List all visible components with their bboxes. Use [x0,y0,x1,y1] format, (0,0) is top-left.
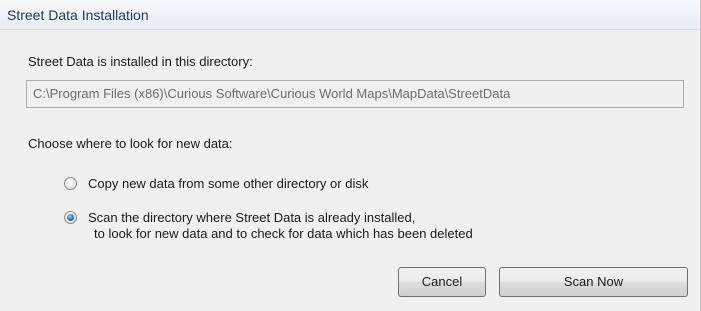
scan-now-button[interactable]: Scan Now [499,267,688,297]
copy-from-other-radio[interactable] [64,177,77,190]
scan-installed-directory-radio[interactable] [64,211,77,224]
title-bar[interactable]: Street Data Installation [0,0,700,30]
copy-from-other-label-line1: Copy new data from some other directory … [88,176,369,191]
install-directory-field: C:\Program Files (x86)\Curious Software\… [26,80,684,108]
scan-installed-directory-label: Scan the directory where Street Data is … [88,210,473,242]
scan-installed-directory-label-line2: to look for new data and to check for da… [94,226,473,241]
street-data-installation-dialog: Street Data Installation Street Data is … [0,0,701,311]
install-directory-label: Street Data is installed in this directo… [28,54,253,69]
scan-installed-directory-label-line1: Scan the directory where Street Data is … [88,210,416,225]
copy-from-other-label: Copy new data from some other directory … [88,176,368,192]
dialog-title: Street Data Installation [7,7,149,23]
cancel-button[interactable]: Cancel [398,267,486,297]
choose-source-label: Choose where to look for new data: [28,136,233,151]
